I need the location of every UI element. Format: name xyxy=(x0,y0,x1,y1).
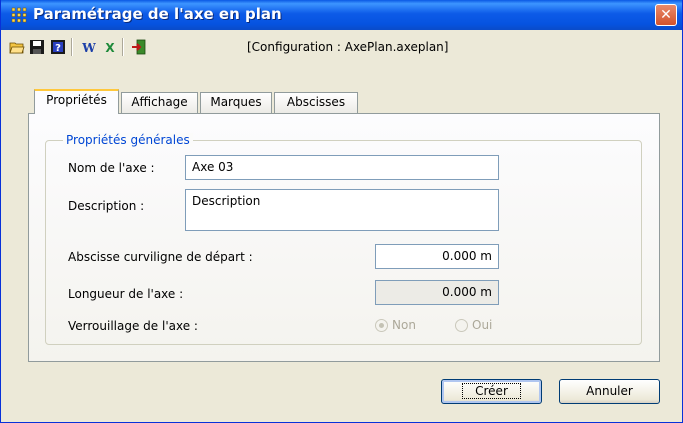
help-icon[interactable]: ? xyxy=(50,39,66,55)
svg-text:?: ? xyxy=(55,43,61,54)
group-title: Propriétés générales xyxy=(63,133,193,147)
start-abscissa-input[interactable]: 0.000 m xyxy=(375,244,499,269)
toolbar-separator xyxy=(122,38,124,56)
lock-radio-oui[interactable]: Oui xyxy=(455,318,492,332)
description-textarea[interactable]: Description xyxy=(185,189,499,231)
tab-marques[interactable]: Marques xyxy=(200,92,272,113)
grid-app-icon xyxy=(11,7,27,23)
svg-text:W: W xyxy=(81,41,96,55)
start-abscissa-label: Abscisse curviligne de départ : xyxy=(68,250,253,264)
svg-text:X: X xyxy=(105,41,115,55)
dialog-window: Paramétrage de l'axe en plan ✕ ? W X [Co… xyxy=(0,0,683,423)
toolbar: ? W X [Configuration : AxePlan.axeplan] xyxy=(1,31,682,61)
close-icon: ✕ xyxy=(660,7,672,23)
exit-icon[interactable] xyxy=(131,39,147,55)
axis-lock-label: Verrouillage de l'axe : xyxy=(68,319,198,333)
tab-affichage[interactable]: Affichage xyxy=(121,92,198,113)
axis-name-label: Nom de l'axe : xyxy=(68,161,155,175)
save-icon[interactable] xyxy=(29,39,45,55)
window-title: Paramétrage de l'axe en plan xyxy=(33,5,282,23)
axis-length-label: Longueur de l'axe : xyxy=(68,287,184,301)
description-label: Description : xyxy=(68,199,145,213)
axis-length-field: 0.000 m xyxy=(375,280,499,305)
toolbar-separator xyxy=(71,38,73,56)
excel-export-icon[interactable]: X xyxy=(102,39,118,55)
tab-abscisses[interactable]: Abscisses xyxy=(274,92,358,113)
config-label: [Configuration : AxePlan.axeplan] xyxy=(247,40,449,54)
radio-dot xyxy=(379,322,384,328)
title-bar[interactable]: Paramétrage de l'axe en plan ✕ xyxy=(1,0,682,30)
open-folder-icon[interactable] xyxy=(9,39,25,55)
word-export-icon[interactable]: W xyxy=(81,39,97,55)
cancel-button[interactable]: Annuler xyxy=(559,379,660,404)
lock-radio-non[interactable]: Non xyxy=(375,318,416,332)
close-button[interactable]: ✕ xyxy=(655,4,677,26)
radio-circle xyxy=(375,318,388,332)
axis-name-input[interactable]: Axe 03 xyxy=(185,155,499,180)
create-button[interactable]: Créer xyxy=(441,379,542,404)
tab-proprietes[interactable]: Propriétés xyxy=(34,89,119,114)
radio-circle xyxy=(455,318,468,332)
